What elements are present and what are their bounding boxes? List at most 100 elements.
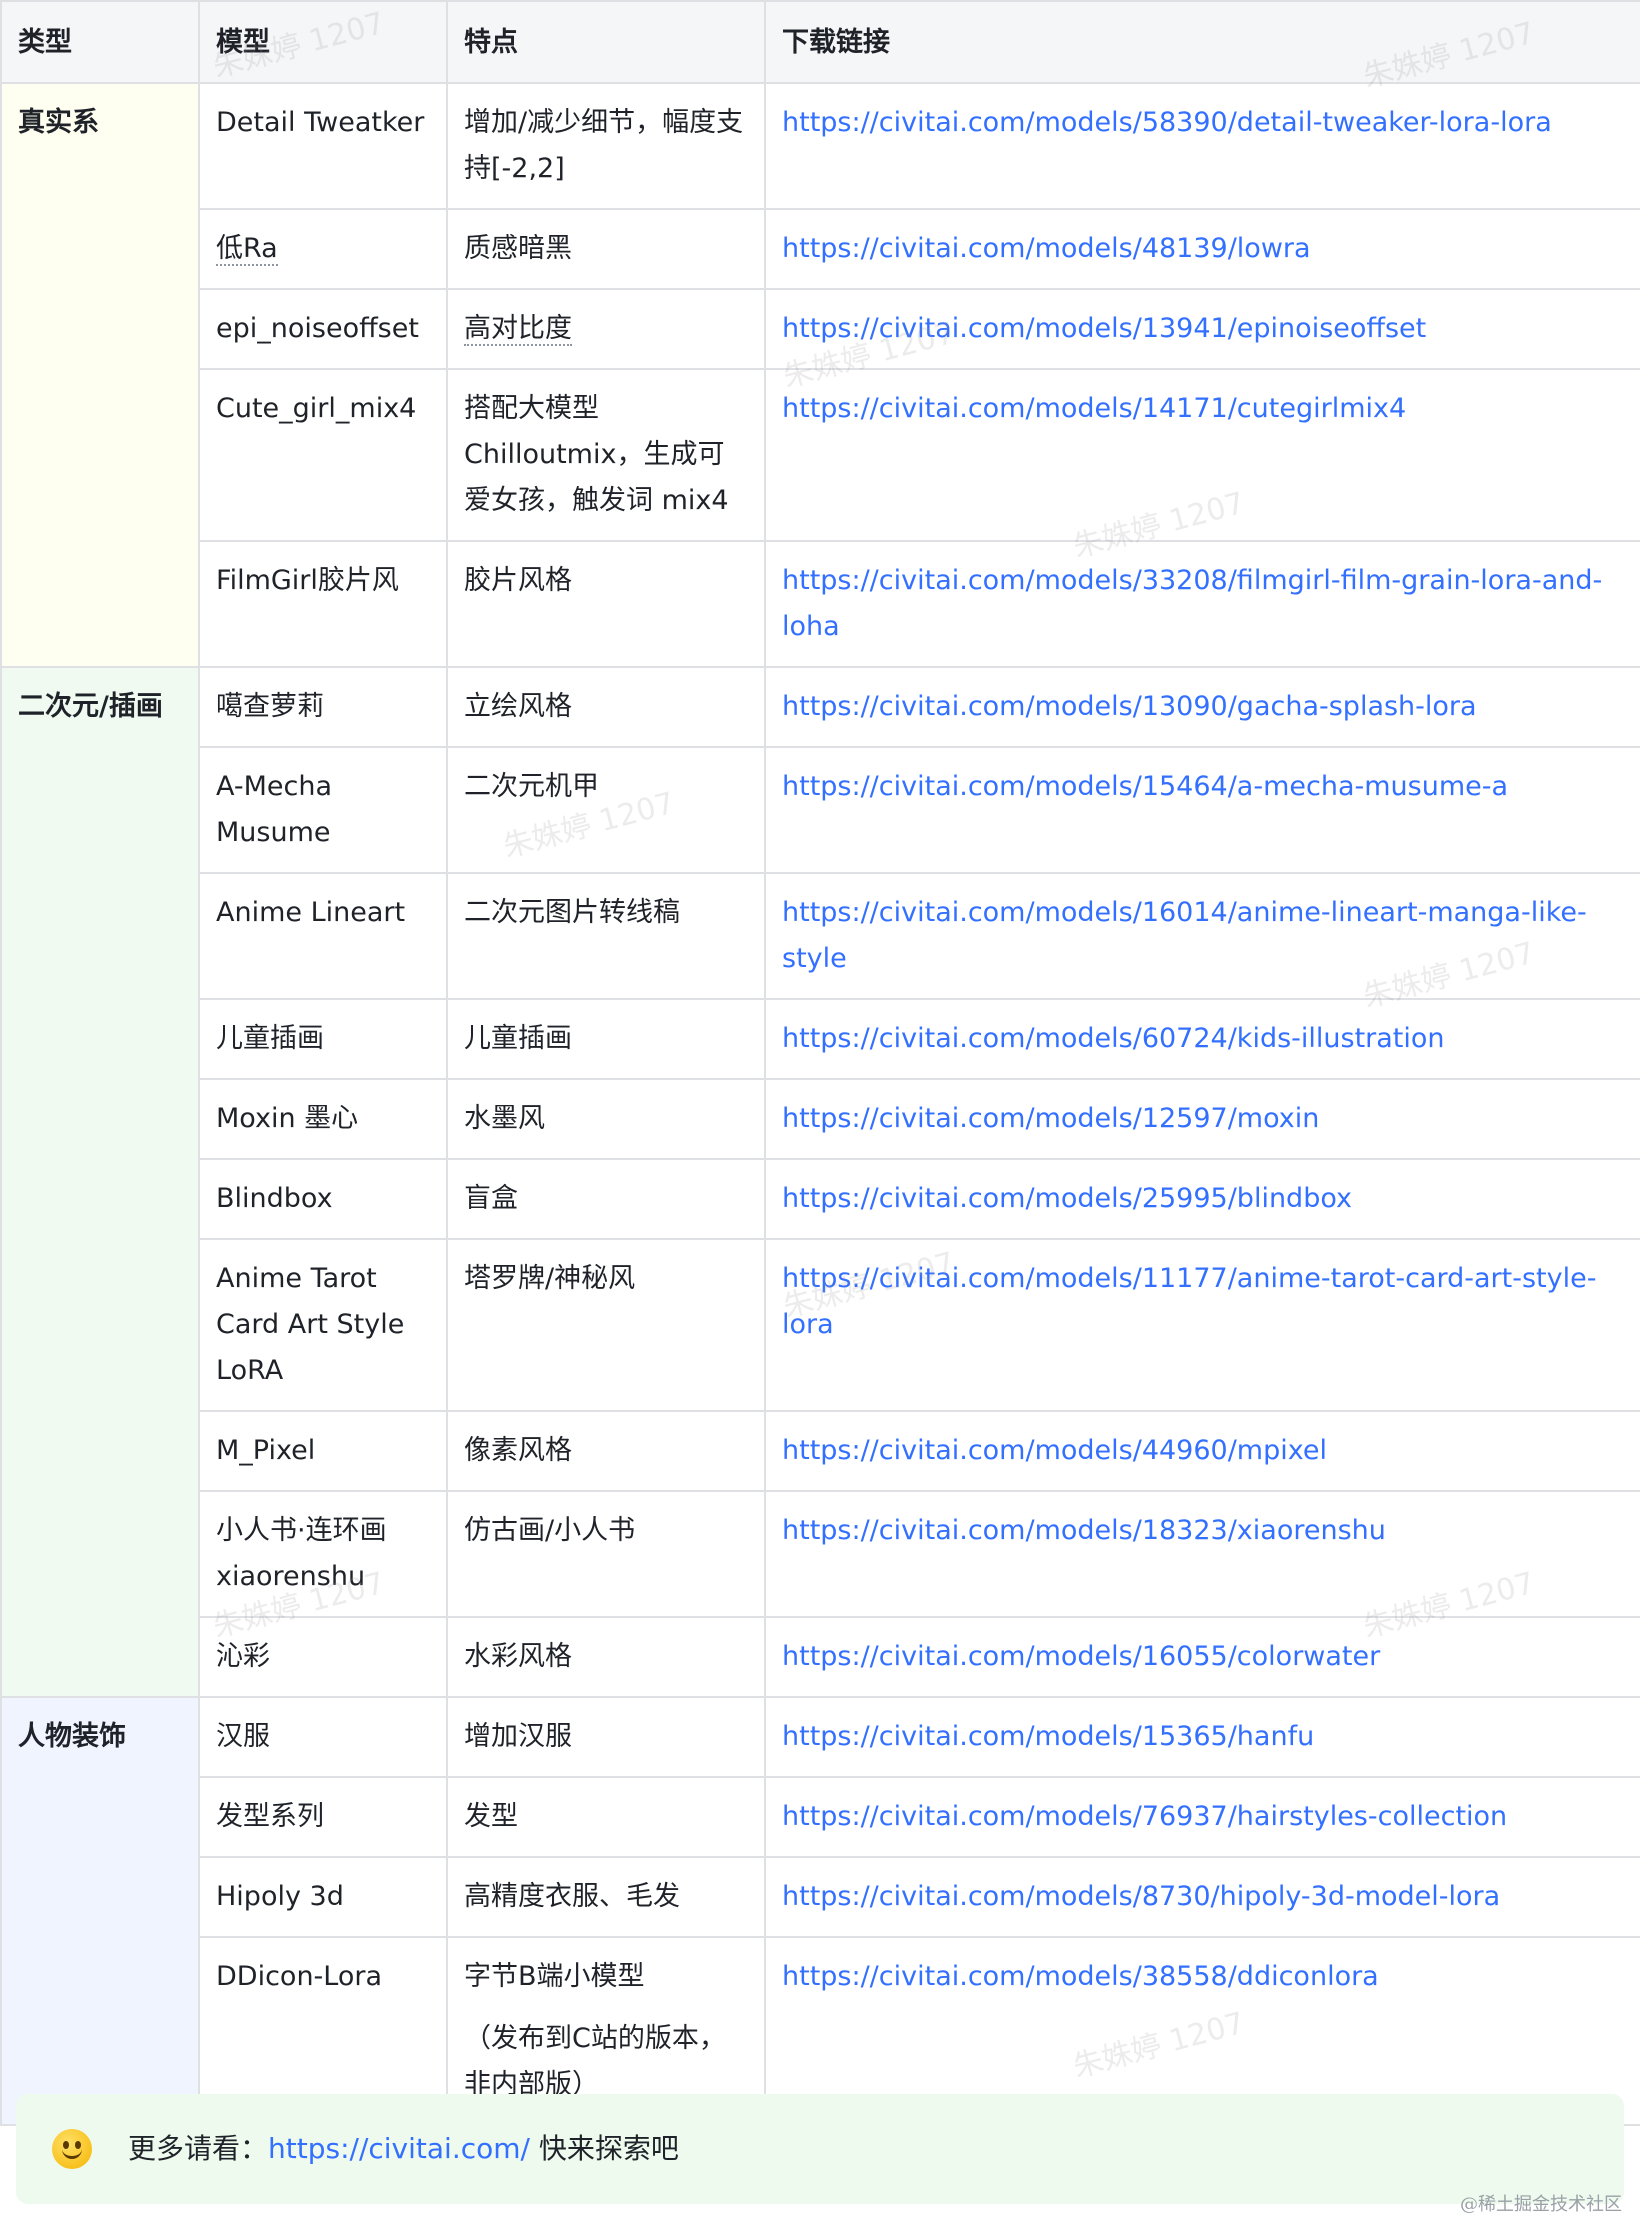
model-cell: FilmGirl胶片风 [198, 540, 448, 668]
link-cell: https://civitai.com/models/48139/lowra [764, 208, 1640, 290]
smile-emoji-icon [52, 2129, 92, 2169]
feature-cell: 胶片风格 [446, 540, 766, 668]
category-real: 真实系 [0, 82, 200, 668]
feature-cell: 仿古画/小人书 [446, 1490, 766, 1618]
table-row: FilmGirl胶片风 胶片风格 https://civitai.com/mod… [1, 540, 1640, 668]
download-link[interactable]: https://civitai.com/models/14171/cutegir… [782, 393, 1406, 424]
feature-cell: 二次元机甲 [446, 746, 766, 874]
feature-cell: 水彩风格 [446, 1616, 766, 1698]
link-cell: https://civitai.com/models/14171/cutegir… [764, 368, 1640, 542]
feature-cell: 搭配大模型Chilloutmix，生成可爱女孩，触发词 mix4 [446, 368, 766, 542]
model-cell: Anime Tarot Card Art Style LoRA [198, 1238, 448, 1412]
table-row: Cute_girl_mix4 搭配大模型Chilloutmix，生成可爱女孩，触… [1, 368, 1640, 542]
feature-cell: 增加汉服 [446, 1696, 766, 1778]
download-link[interactable]: https://civitai.com/models/76937/hairsty… [782, 1801, 1507, 1832]
table-row: A-Mecha Musume 二次元机甲 https://civitai.com… [1, 746, 1640, 874]
table-row: epi_noiseoffset 高对比度 https://civitai.com… [1, 288, 1640, 370]
header-type: 类型 [0, 0, 200, 84]
source-credit: @稀土掘金技术社区 [1460, 2194, 1622, 2215]
download-link[interactable]: https://civitai.com/models/60724/kids-il… [782, 1023, 1445, 1054]
model-cell: A-Mecha Musume [198, 746, 448, 874]
link-cell: https://civitai.com/models/13941/epinois… [764, 288, 1640, 370]
download-link[interactable]: https://civitai.com/models/25995/blindbo… [782, 1183, 1352, 1214]
models-table: 类型 模型 特点 下载链接 真实系 Detail Tweatker 增加/减少细… [0, 0, 1640, 2126]
download-link[interactable]: https://civitai.com/models/15464/a-mecha… [782, 771, 1508, 802]
model-cell: Detail Tweatker [198, 82, 448, 210]
download-link[interactable]: https://civitai.com/models/16014/anime-l… [782, 897, 1587, 974]
table-row: 二次元/插画 噶查萝莉 立绘风格 https://civitai.com/mod… [0, 666, 1640, 1698]
download-link[interactable]: https://civitai.com/models/18323/xiaoren… [782, 1515, 1386, 1546]
more-info-callout: 更多请看： https://civitai.com/ 快来探索吧 [16, 2094, 1624, 2204]
model-cell: 发型系列 [198, 1776, 448, 1858]
table-row: 真实系 Detail Tweatker 增加/减少细节，幅度支持[-2,2] h… [0, 82, 1640, 668]
table-row: M_Pixel 像素风格 https://civitai.com/models/… [1, 1410, 1640, 1492]
model-cell: 汉服 [198, 1696, 448, 1778]
model-cell: Blindbox [198, 1158, 448, 1240]
link-cell: https://civitai.com/models/33208/filmgir… [764, 540, 1640, 668]
table-row: 低Ra 质感暗黑 https://civitai.com/models/4813… [1, 208, 1640, 290]
page: 类型 模型 特点 下载链接 真实系 Detail Tweatker 增加/减少细… [0, 0, 1640, 2224]
table-row: 发型系列 发型 https://civitai.com/models/76937… [1, 1776, 1640, 1858]
feature-cell: 水墨风 [446, 1078, 766, 1160]
feature-cell: 立绘风格 [446, 666, 766, 748]
link-cell: https://civitai.com/models/58390/detail-… [764, 82, 1640, 210]
model-cell: Moxin 墨心 [198, 1078, 448, 1160]
table-row: Blindbox 盲盒 https://civitai.com/models/2… [1, 1158, 1640, 1240]
table-row: 沁彩 水彩风格 https://civitai.com/models/16055… [1, 1616, 1640, 1698]
header-model: 模型 [198, 0, 448, 84]
model-cell: 沁彩 [198, 1616, 448, 1698]
download-link[interactable]: https://civitai.com/models/15365/hanfu [782, 1721, 1314, 1752]
model-cell: 噶查萝莉 [198, 666, 448, 748]
download-link[interactable]: https://civitai.com/models/11177/anime-t… [782, 1263, 1596, 1340]
download-link[interactable]: https://civitai.com/models/33208/filmgir… [782, 565, 1602, 642]
feature-cell: 盲盒 [446, 1158, 766, 1240]
link-cell: https://civitai.com/models/13090/gacha-s… [764, 666, 1640, 748]
link-cell: https://civitai.com/models/60724/kids-il… [764, 998, 1640, 1080]
note-suffix: 快来探索吧 [529, 2132, 679, 2165]
header-feature: 特点 [446, 0, 766, 84]
model-cell: Cute_girl_mix4 [198, 368, 448, 542]
table-row: Hipoly 3d 高精度衣服、毛发 https://civitai.com/m… [1, 1856, 1640, 1938]
category-anime: 二次元/插画 [0, 666, 200, 1698]
table-row: 人物装饰 汉服 增加汉服 https://civitai.com/models/… [0, 1696, 1640, 2126]
feature-cell: 二次元图片转线稿 [446, 872, 766, 1000]
feature-cell: 高精度衣服、毛发 [446, 1856, 766, 1938]
feature-cell: 像素风格 [446, 1410, 766, 1492]
download-link[interactable]: https://civitai.com/models/48139/lowra [782, 233, 1311, 264]
link-cell: https://civitai.com/models/25995/blindbo… [764, 1158, 1640, 1240]
feature-annotated[interactable]: 高对比度 [464, 313, 572, 346]
feature-cell: 质感暗黑 [446, 208, 766, 290]
download-link[interactable]: https://civitai.com/models/16055/colorwa… [782, 1641, 1380, 1672]
download-link[interactable]: https://civitai.com/models/13941/epinois… [782, 313, 1426, 344]
model-cell: 低Ra [198, 208, 448, 290]
download-link[interactable]: https://civitai.com/models/13090/gacha-s… [782, 691, 1477, 722]
link-cell: https://civitai.com/models/16014/anime-l… [764, 872, 1640, 1000]
download-link[interactable]: https://civitai.com/models/58390/detail-… [782, 107, 1552, 138]
feature-line-1: 字节B端小模型 [464, 1961, 645, 1992]
model-name-annotated[interactable]: 低Ra [216, 233, 278, 266]
link-cell: https://civitai.com/models/18323/xiaoren… [764, 1490, 1640, 1618]
table-row: Anime Tarot Card Art Style LoRA 塔罗牌/神秘风 … [1, 1238, 1640, 1412]
download-link[interactable]: https://civitai.com/models/44960/mpixel [782, 1435, 1327, 1466]
header-link: 下载链接 [764, 0, 1640, 84]
link-cell: https://civitai.com/models/12597/moxin [764, 1078, 1640, 1160]
civitai-home-link[interactable]: https://civitai.com/ [268, 2094, 530, 2204]
category-person: 人物装饰 [0, 1696, 200, 2126]
link-cell: https://civitai.com/models/16055/colorwa… [764, 1616, 1640, 1698]
table-row: 儿童插画 儿童插画 https://civitai.com/models/607… [1, 998, 1640, 1080]
download-link[interactable]: https://civitai.com/models/12597/moxin [782, 1103, 1319, 1134]
link-cell: https://civitai.com/models/76937/hairsty… [764, 1776, 1640, 1858]
link-cell: https://civitai.com/models/15365/hanfu [764, 1696, 1640, 1778]
model-cell: Anime Lineart [198, 872, 448, 1000]
link-cell: https://civitai.com/models/44960/mpixel [764, 1410, 1640, 1492]
download-link[interactable]: https://civitai.com/models/38558/ddiconl… [782, 1961, 1379, 1992]
download-link[interactable]: https://civitai.com/models/8730/hipoly-3… [782, 1881, 1500, 1912]
feature-cell: 塔罗牌/神秘风 [446, 1238, 766, 1412]
feature-cell: 发型 [446, 1776, 766, 1858]
link-cell: https://civitai.com/models/11177/anime-t… [764, 1238, 1640, 1412]
model-cell: Hipoly 3d [198, 1856, 448, 1938]
feature-cell: 高对比度 [446, 288, 766, 370]
model-cell: M_Pixel [198, 1410, 448, 1492]
model-cell: epi_noiseoffset [198, 288, 448, 370]
model-cell: 儿童插画 [198, 998, 448, 1080]
